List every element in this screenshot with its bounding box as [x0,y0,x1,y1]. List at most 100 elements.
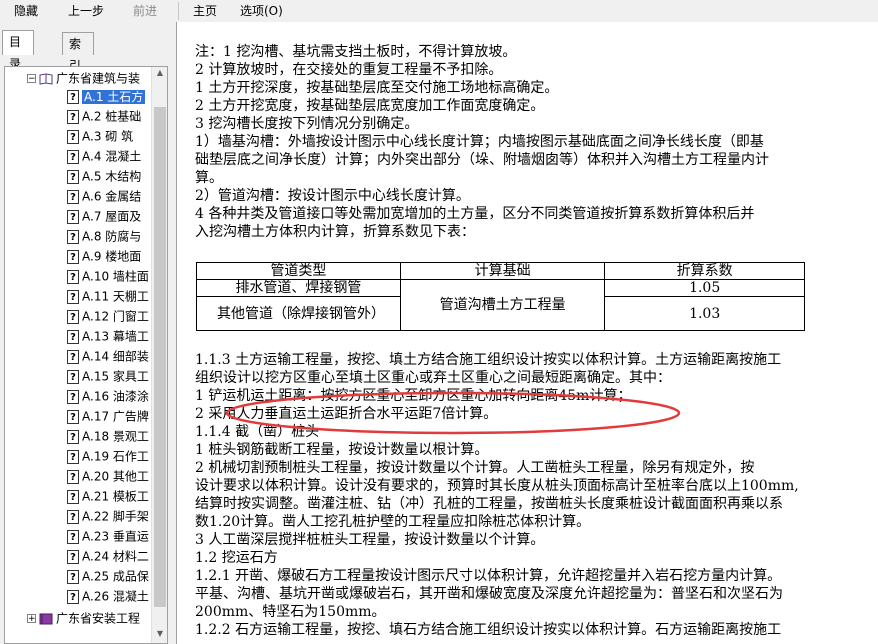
tree-item[interactable]: ? A.1 土石方 [67,87,146,105]
help-page-icon: ? [67,489,79,504]
tree-item-label: A.5 木结构 [82,169,142,184]
scroll-thumb[interactable] [154,107,166,607]
help-page-icon: ? [67,429,79,444]
content-text-line: 2 计算放坡时，在交接处的重复工程量不予扣除。 [195,62,503,78]
tree-item-label: A.12 门窗工 [82,309,149,324]
content-text-line: 2 采用人力垂直运土运距折合水平运距7倍计算。 [195,406,498,422]
book-icon [39,72,53,85]
help-page-icon: ? [67,149,79,164]
help-page-icon: ? [67,349,79,364]
tree-item[interactable]: ? A.9 楼地面 [67,247,141,265]
tree-item[interactable]: ? A.14 细部装 [67,347,149,365]
tree-item[interactable]: ? A.12 门窗工 [67,307,149,325]
tree-root-install[interactable]: + 广东省安装工程 [27,609,140,627]
tree-item[interactable]: ? A.19 石作工 [67,447,149,465]
content-text-line: 算。 [195,170,223,186]
expand-icon[interactable]: + [27,614,36,624]
tree-item-label: A.6 金属结 [82,189,142,204]
tree-item[interactable]: ? A.25 成品保 [67,567,149,585]
tree-root-building[interactable]: − 广东省建筑与装 [27,69,140,87]
tree-item-label: A.21 模板工 [82,489,149,504]
help-page-icon: ? [67,209,79,224]
tree-item-label: A.20 其他工 [82,469,149,484]
tree-item[interactable]: ? A.24 材料二 [67,547,149,565]
content-text-line: 入挖沟槽土方体积内计算，折算系数见下表： [195,224,475,240]
hide-button[interactable]: 隐藏 [14,3,38,19]
table-header: 折算系数 [604,262,805,280]
tree-item[interactable]: ? A.5 木结构 [67,167,141,185]
content-text-line: 2）管道沟槽：按设计图示中心线长度计算。 [195,188,470,204]
content-text-line: 础垫层底之间净长度）计算；内外突出部分（垛、附墙烟囱等）体积并入沟槽土方工程量内… [195,152,769,168]
tree-item-label: A.19 石作工 [82,449,149,464]
content-text-line: 1 铲运机运土距离：按挖方区重心至卸方区重心加转向距离45m计算； [195,388,632,404]
tree-item[interactable]: ? A.3 砌 筑 [67,127,133,145]
tree-item-label: A.16 油漆涂 [82,389,149,404]
home-button[interactable]: 主页 [193,3,217,19]
content-text-line: 注：1 挖沟槽、基坑需支挡土板时，不得计算放坡。 [195,44,517,60]
content-text-line: 1.1.3 土方运输工程量，按挖、填土方结合施工组织设计按实以体积计算。土方运输… [195,352,782,368]
tree-item-label: A.25 成品保 [82,569,149,584]
tree-item-label: A.26 混凝土 [82,589,149,604]
help-page-icon: ? [67,169,79,184]
tab-contents[interactable]: 目录(C) [2,30,34,93]
tree-item[interactable]: ? A.10 墙柱面 [67,267,149,285]
help-page-icon: ? [67,529,79,544]
content-text-line: 2 机械切割预制桩头工程量，按设计数量以个计算。人工凿桩头工程量，除另有规定外，… [195,460,755,476]
content-text-line: 1.2.1 开凿、爆破石方工程量按设计图示尺寸以体积计算，允许超挖量并入岩石挖方… [195,568,782,584]
content-text-line: 结算时按实调整。凿灌注桩、钻（冲）孔桩的工程量，按凿桩头长度乘桩设计截面面积再乘… [195,496,783,512]
tab-index[interactable]: 索引(N) [62,32,95,95]
help-page-icon: ? [67,229,79,244]
tree-item[interactable]: ? A.20 其他工 [67,467,149,485]
content-text-line: 1 桩头钢筋截断工程量，按设计数量以根计算。 [195,442,489,458]
help-page-icon: ? [67,89,79,104]
help-page-icon: ? [67,269,79,284]
help-page-icon: ? [67,309,79,324]
scroll-up-arrow-icon[interactable]: ▲ [154,68,166,80]
tree-item-label: A.23 垂直运 [82,529,149,544]
tree-item[interactable]: ? A.21 模板工 [67,487,149,505]
tree-item-label: A.9 楼地面 [82,249,142,264]
toolbar: 隐藏 上一步 前进 主页 选项(O) [0,0,878,23]
content-text-line: 3 挖沟槽长度按下列情况分别确定。 [195,116,419,132]
help-page-icon: ? [67,509,79,524]
tree-scrollbar[interactable]: ▲ ▼ [151,67,167,643]
help-page-icon: ? [67,549,79,564]
help-page-icon: ? [67,129,79,144]
content-text-line: 1.1.4 截（凿）桩头 [195,424,320,440]
tree-item[interactable]: ? A.11 天棚工 [67,287,149,305]
tree-item[interactable]: ? A.26 混凝土 [67,587,149,605]
table-cell: 1.05 [604,279,805,297]
book-icon [39,613,53,624]
conversion-factor-table: 管道类型 计算基础 折算系数 排水管道、焊接钢管 管道沟槽土方工程量 1.05 … [196,262,805,331]
tree-item[interactable]: ? A.15 家具工 [67,367,149,385]
help-page-icon: ? [67,369,79,384]
toolbar-separator [178,2,179,20]
tree-item[interactable]: ? A.18 景观工 [67,427,149,445]
tree-item[interactable]: ? A.2 桩基础 [67,107,141,125]
tree-item[interactable]: ? A.7 屋面及 [67,207,141,225]
tree-item-label: A.4 混凝土 [82,149,142,164]
help-page-icon: ? [67,469,79,484]
table-cell: 1.03 [604,296,805,331]
help-page-icon: ? [67,389,79,404]
table-cell: 排水管道、焊接钢管 [196,279,401,297]
tree-item[interactable]: ? A.23 垂直运 [67,527,149,545]
tree-item[interactable]: ? A.13 幕墙工 [67,327,149,345]
back-button[interactable]: 上一步 [68,3,104,19]
tree-item[interactable]: ? A.22 脚手架 [67,507,149,525]
collapse-icon[interactable]: − [27,74,36,84]
tree-item[interactable]: ? A.4 混凝土 [67,147,141,165]
navigation-pane: 目录(C) 索引(N) −广东省建筑与装 ?A.1 土石方?A.2 桩基础?A.… [0,22,170,644]
tree-item[interactable]: ? A.17 广告牌 [67,407,149,425]
table-cell: 管道沟槽土方工程量 [399,279,606,331]
tree-item-label: A.22 脚手架 [82,509,149,524]
tree-item-label: A.10 墙柱面 [82,269,149,284]
tree-item[interactable]: ? A.6 金属结 [67,187,141,205]
content-text-line: 设计要求以体积计算。设计没有要求的，预算时其长度从桩头顶面标高计至桩率台底以上1… [195,478,799,494]
tree-item[interactable]: ? A.16 油漆涂 [67,387,149,405]
options-menu-button[interactable]: 选项(O) [240,3,283,19]
tree-item[interactable]: ? A.8 防腐与 [67,227,141,245]
scroll-down-arrow-icon[interactable]: ▼ [154,629,166,641]
content-text-line: 数1.20计算。凿人工挖孔桩护壁的工程量应扣除桩芯体积计算。 [195,514,591,530]
forward-button[interactable]: 前进 [133,3,157,19]
